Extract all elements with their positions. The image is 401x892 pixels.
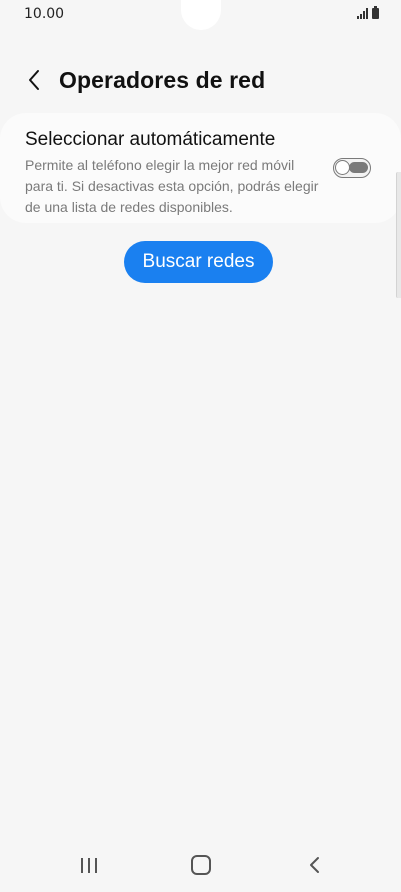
back-icon	[310, 857, 319, 873]
recent-apps-icon	[81, 857, 83, 873]
navigation-bar	[0, 840, 401, 892]
search-networks-button[interactable]: Buscar redes	[124, 241, 273, 283]
auto-select-title: Seleccionar automáticamente	[25, 129, 276, 150]
auto-select-card[interactable]: Seleccionar automáticamente Permite al t…	[0, 113, 401, 223]
page-title: Operadores de red	[59, 67, 266, 93]
signal-icon	[357, 8, 368, 19]
battery-icon	[372, 6, 379, 19]
auto-select-toggle[interactable]	[333, 158, 371, 178]
toggle-track	[349, 162, 368, 173]
nav-back-button[interactable]	[304, 854, 326, 876]
chevron-left-icon	[29, 70, 39, 90]
status-time: 10.00	[24, 6, 65, 22]
camera-notch	[181, 0, 221, 30]
toggle-knob	[335, 160, 350, 175]
scroll-indicator[interactable]	[396, 172, 401, 298]
home-button[interactable]	[191, 855, 211, 875]
app-bar: Operadores de red	[0, 62, 401, 102]
status-icons	[357, 6, 379, 19]
recent-apps-button[interactable]	[78, 854, 100, 876]
auto-select-description: Permite al teléfono elegir la mejor red …	[25, 157, 319, 215]
status-bar: 10.00	[0, 0, 401, 30]
home-icon	[191, 855, 211, 875]
back-button[interactable]	[18, 64, 50, 96]
